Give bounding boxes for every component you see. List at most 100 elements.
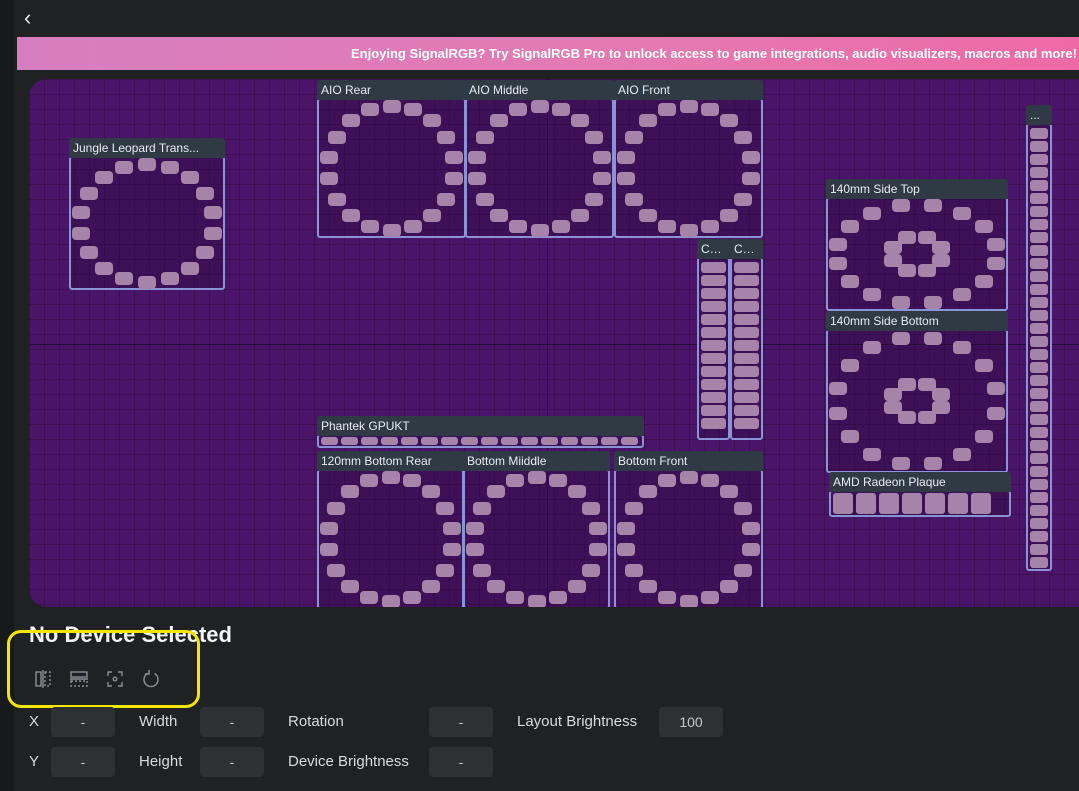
led: [461, 437, 478, 445]
led: [467, 172, 486, 186]
device-amd-radeon-plaque[interactable]: AMD Radeon Plaque: [829, 472, 1011, 517]
led: [828, 237, 847, 251]
led: [445, 172, 464, 186]
led: [701, 314, 726, 325]
height-input[interactable]: -: [200, 747, 264, 777]
led: [971, 493, 991, 514]
led: [421, 485, 440, 498]
led: [734, 130, 753, 144]
led: [701, 340, 726, 351]
led: [1030, 349, 1048, 360]
device-bottom-middle[interactable]: Bottom Miiddle: [463, 451, 610, 607]
led: [742, 172, 761, 186]
led: [381, 470, 400, 484]
led: [567, 485, 586, 498]
led: [381, 437, 398, 445]
device-label: Co...: [730, 239, 763, 259]
x-input[interactable]: -: [51, 707, 115, 737]
led: [862, 206, 881, 220]
led: [624, 563, 643, 577]
led: [441, 437, 458, 445]
led: [541, 437, 558, 445]
back-button[interactable]: ‹: [24, 6, 44, 30]
device-label: Bottom Miiddle: [463, 451, 610, 471]
led: [79, 187, 98, 200]
led: [975, 358, 994, 372]
device-right-strip[interactable]: ...: [1026, 105, 1052, 571]
led: [917, 411, 936, 425]
device-jungle-leopard[interactable]: Jungle Leopard Trans...: [69, 138, 225, 290]
device-120mm-bottom-rear[interactable]: 120mm Bottom Rear: [317, 451, 464, 607]
led: [621, 437, 638, 445]
device-aio-front[interactable]: AIO Front: [614, 80, 763, 238]
device-connector-2[interactable]: Co...: [730, 239, 763, 440]
led: [1030, 141, 1048, 152]
layout-brightness-input[interactable]: 100: [659, 707, 723, 737]
pro-upsell-banner[interactable]: Enjoying SignalRGB? Try SignalRGB Pro to…: [17, 37, 1079, 70]
led: [828, 382, 847, 395]
led: [987, 257, 1006, 271]
led: [657, 590, 676, 604]
device-label: ...: [1026, 105, 1052, 125]
led: [701, 288, 726, 299]
led: [923, 295, 942, 309]
led: [160, 271, 179, 285]
led: [932, 387, 951, 401]
led: [879, 493, 899, 514]
device-bottom-front[interactable]: Bottom Front: [614, 451, 763, 607]
device-140mm-side-bottom[interactable]: 140mm Side Bottom: [826, 311, 1008, 473]
led: [701, 262, 726, 273]
rotation-input[interactable]: -: [429, 707, 493, 737]
led: [616, 150, 635, 164]
led: [975, 430, 994, 444]
led: [1030, 219, 1048, 230]
rotate-reset-icon[interactable]: [139, 667, 163, 691]
led: [1030, 401, 1048, 412]
width-input[interactable]: -: [200, 707, 264, 737]
flip-horizontal-icon[interactable]: [31, 667, 55, 691]
led: [840, 430, 859, 444]
width-label: Width: [139, 713, 178, 730]
led: [701, 474, 720, 488]
y-input[interactable]: -: [51, 747, 115, 777]
led: [828, 406, 847, 420]
led: [902, 493, 922, 514]
led: [423, 208, 442, 222]
rotation-label: Rotation: [288, 713, 344, 730]
led: [360, 590, 379, 604]
led: [473, 563, 492, 577]
led: [203, 226, 222, 240]
device-brightness-input[interactable]: -: [429, 747, 493, 777]
device-connector-1[interactable]: Co...: [697, 239, 730, 440]
led: [327, 501, 346, 515]
device-aio-middle[interactable]: AIO Middle: [465, 80, 614, 238]
device-aio-rear[interactable]: AIO Rear: [317, 80, 466, 238]
led: [530, 223, 549, 237]
led: [828, 257, 847, 271]
led: [701, 103, 720, 117]
device-phantek-gpukt[interactable]: Phantek GPUKT: [317, 416, 644, 448]
led: [987, 237, 1006, 251]
led: [734, 275, 759, 286]
led: [506, 474, 525, 488]
led: [421, 437, 438, 445]
led: [319, 150, 338, 164]
led: [138, 157, 156, 171]
led: [734, 314, 759, 325]
led: [401, 437, 418, 445]
led: [319, 172, 338, 186]
led: [679, 594, 698, 607]
layout-canvas[interactable]: Jungle Leopard Trans... AIO Rear AIO Mid…: [29, 79, 1079, 607]
device-label: Jungle Leopard Trans...: [69, 138, 225, 158]
center-icon[interactable]: [103, 667, 127, 691]
flip-vertical-icon[interactable]: [67, 667, 91, 691]
led: [624, 501, 643, 515]
led: [1030, 505, 1048, 516]
device-140mm-side-top[interactable]: 140mm Side Top: [826, 179, 1008, 311]
led: [196, 187, 215, 200]
led: [1030, 453, 1048, 464]
led: [361, 437, 378, 445]
led: [487, 485, 506, 498]
led: [1030, 193, 1048, 204]
led: [679, 470, 698, 484]
